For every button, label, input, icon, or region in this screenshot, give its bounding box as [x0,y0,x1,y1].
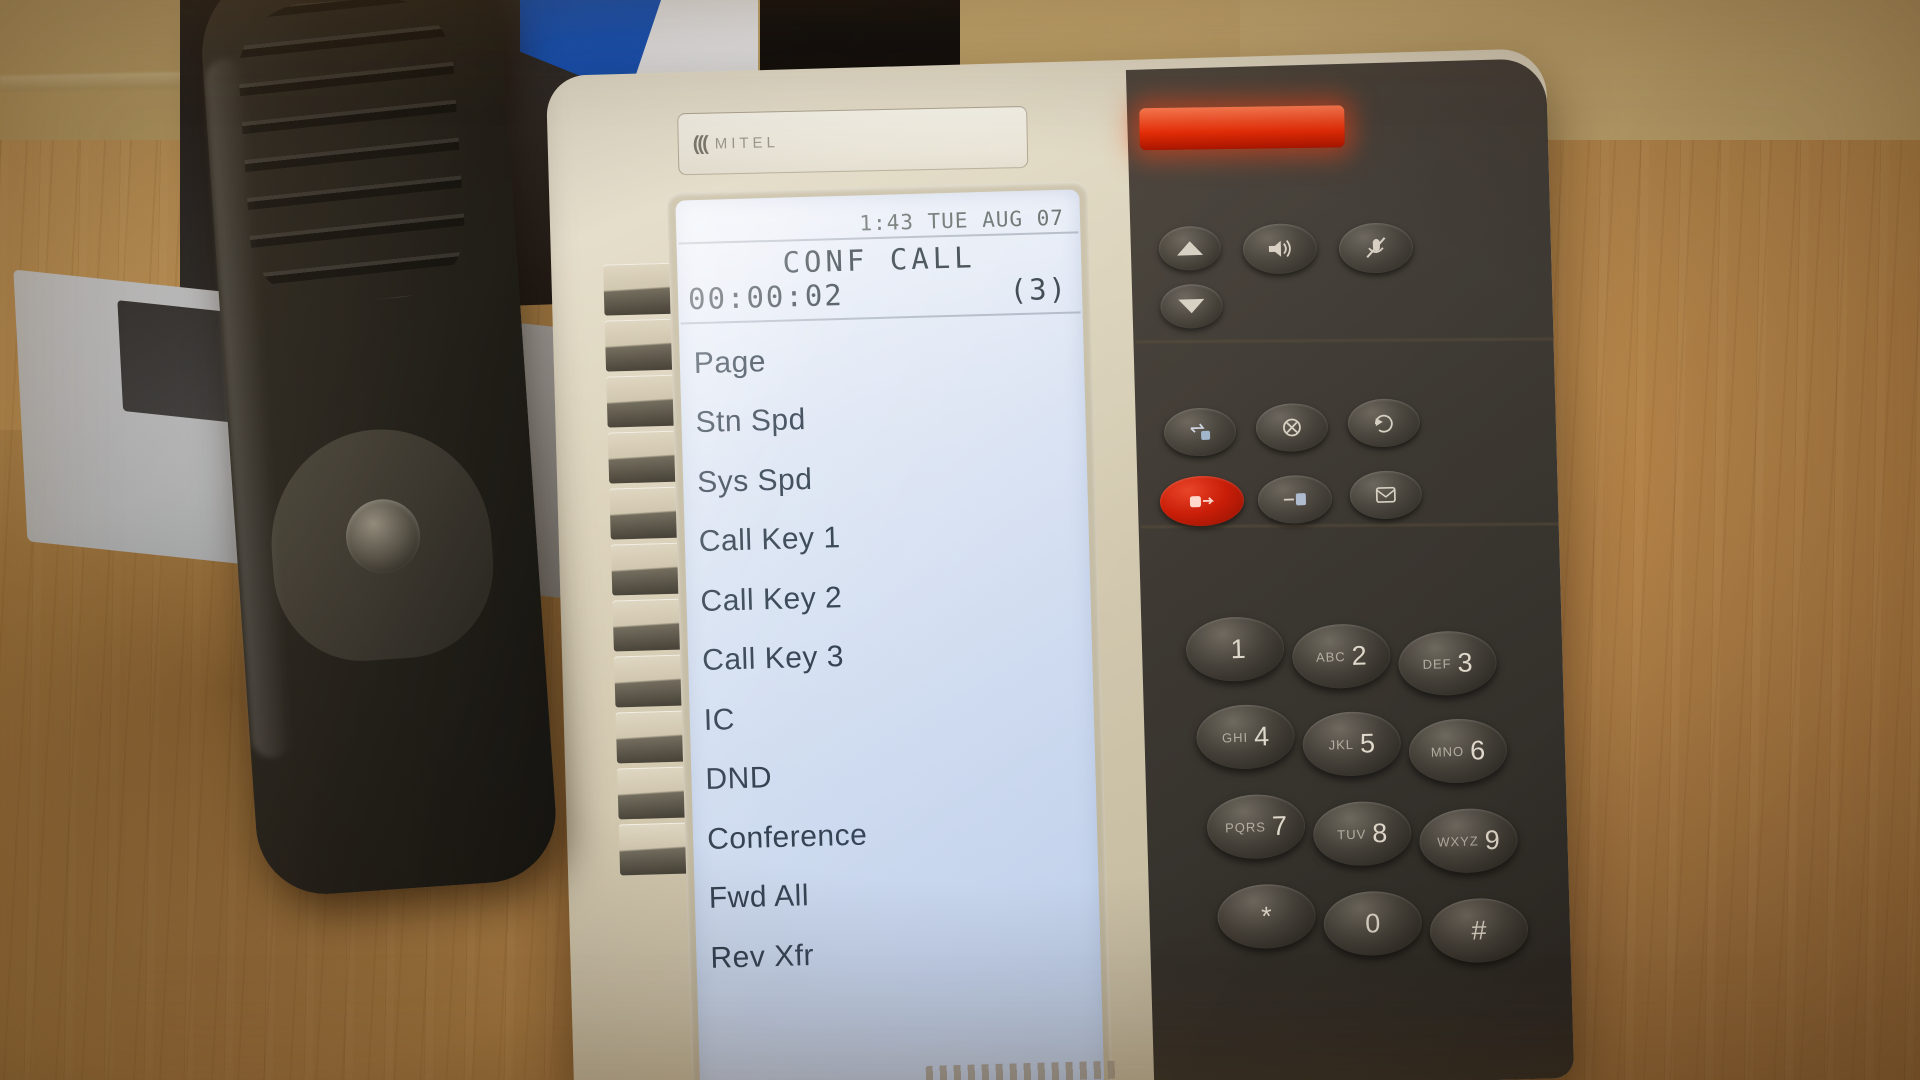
key-digit: 1 [1230,633,1246,664]
key-letters: ABC [1315,648,1346,665]
call-timer: 00:00:02 [687,277,845,317]
menu-item-stn-spd[interactable]: Stn Spd [695,383,1087,453]
side-key[interactable] [610,542,685,596]
feature-menu-list[interactable]: Page Stn Spd Sys Spd Call Key 1 Call Key… [679,313,1101,989]
key-digit: 0 [1364,907,1381,939]
transfer-icon [1190,423,1211,440]
speaker-icon [1268,239,1291,258]
key-0[interactable]: 0 [1322,890,1423,957]
redial-icon [1374,414,1393,433]
handset-grip-ridges [233,0,470,308]
key-1[interactable]: 1 [1185,615,1285,683]
menu-item-call-key-2[interactable]: Call Key 2 [700,561,1092,631]
key-digit: 5 [1359,727,1376,759]
key-digit: * [1260,900,1273,932]
desk-phone: ((( MITEL 1:43 TUE AUG 07 CONF CALL 00:0 [545,48,1575,1080]
key-6[interactable]: MNO 6 [1408,717,1508,785]
phone-handset[interactable] [136,0,603,953]
key-pound[interactable]: # [1429,897,1529,964]
key-digit: 4 [1253,720,1270,752]
party-count: (3) [1009,271,1069,308]
side-key[interactable] [607,430,682,484]
hold-icon [1283,493,1307,506]
key-4[interactable]: GHI 4 [1195,703,1296,771]
menu-item-ic[interactable]: IC [703,680,1095,750]
key-letters: TUV [1337,826,1367,842]
key-letters: WXYZ [1437,832,1479,850]
side-key[interactable] [604,318,679,372]
cancel-icon [1283,418,1301,437]
photo-scene: ((( MITEL 1:43 TUE AUG 07 CONF CALL 00:0 [0,0,1920,1080]
menu-item-conference[interactable]: Conference [706,799,1098,869]
key-5[interactable]: JKL 5 [1301,710,1402,778]
key-letters: JKL [1328,736,1355,753]
menu-item-sys-spd[interactable]: Sys Spd [696,442,1088,512]
side-key[interactable] [615,710,690,764]
key-digit: 2 [1351,639,1368,671]
lcd-screen[interactable]: 1:43 TUE AUG 07 CONF CALL 00:00:02 (3) P… [675,189,1105,1080]
key-digit: 3 [1457,647,1473,678]
side-key[interactable] [612,598,686,652]
logo-icon: ((( [692,132,707,155]
key-9[interactable]: WXYZ 9 [1418,807,1519,875]
key-star[interactable]: * [1216,883,1317,950]
hangup-icon [1189,496,1215,508]
menu-item-call-key-1[interactable]: Call Key 1 [698,502,1090,572]
mute-icon [1366,237,1386,258]
side-key[interactable] [618,822,693,876]
message-icon [1375,486,1396,503]
key-2[interactable]: ABC 2 [1291,622,1392,690]
key-letters: MNO [1430,743,1465,760]
chevron-down-icon [1178,298,1205,314]
dial-keypad[interactable]: 1 ABC 2 DEF 3 GHI 4 JKL 5 MNO 6 PQRS 7 TUV 8 WX… [1171,608,1583,1059]
key-digit: # [1471,914,1487,946]
message-waiting-led [1139,105,1345,151]
side-key[interactable] [603,262,677,316]
key-8[interactable]: TUV 8 [1312,800,1413,868]
key-letters: DEF [1422,655,1452,672]
key-digit: 7 [1271,810,1288,841]
side-key[interactable] [617,766,691,820]
key-7[interactable]: PQRS 7 [1206,793,1306,860]
key-digit: 9 [1484,824,1501,855]
brand-label: MITEL [714,133,780,153]
side-key[interactable] [614,654,688,708]
key-3[interactable]: DEF 3 [1397,629,1498,697]
menu-item-call-key-3[interactable]: Call Key 3 [701,621,1093,691]
key-digit: 8 [1371,817,1388,848]
key-letters: GHI [1221,729,1249,746]
menu-item-rev-xfr[interactable]: Rev Xfr [710,918,1102,988]
menu-item-dnd[interactable]: DND [705,740,1097,810]
brand-plate: ((( MITEL [677,105,1029,176]
key-digit: 6 [1469,734,1486,766]
side-key[interactable] [609,486,683,540]
menu-item-page[interactable]: Page [693,323,1085,393]
side-key[interactable] [606,374,680,428]
chevron-up-icon [1176,240,1204,256]
menu-item-fwd-all[interactable]: Fwd All [708,859,1100,929]
key-letters: PQRS [1224,818,1267,835]
